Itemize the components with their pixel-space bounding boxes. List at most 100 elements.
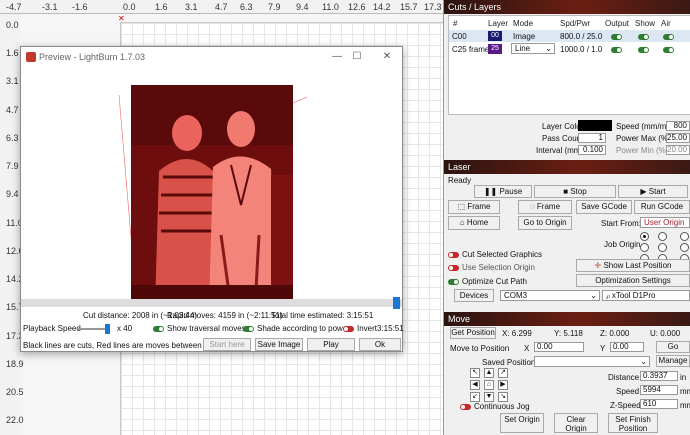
- progress-handle[interactable]: [393, 297, 400, 309]
- layer-swatch: 25: [488, 44, 502, 54]
- playback-progress-bar[interactable]: [21, 297, 402, 309]
- frame-circle-button[interactable]: ◌ Frame: [518, 200, 572, 214]
- show-last-position-button[interactable]: ✛ Show Last Position: [576, 259, 690, 272]
- home-button[interactable]: ⌂ Home: [448, 216, 500, 230]
- distance-unit: in: [680, 373, 687, 382]
- invert-toggle[interactable]: Invert: [343, 324, 377, 333]
- pause-button[interactable]: ❚❚ Pause: [474, 185, 532, 198]
- power-max-field[interactable]: 25.00: [666, 133, 690, 143]
- y-label: Y: [600, 344, 606, 353]
- layer-row[interactable]: C00 00 Image 800.0 / 25.0: [449, 30, 690, 42]
- job-origin-radio[interactable]: [680, 243, 689, 252]
- start-from-select[interactable]: User Origin: [640, 217, 690, 228]
- jog-up-icon[interactable]: ▲: [484, 368, 494, 378]
- jog-pad: ↖ ▲ ↗ ◀ ⌂ ▶ ↙ ▼ ↘: [466, 368, 514, 404]
- chevron-down-icon: ⌄: [590, 291, 597, 300]
- jog-down-right-icon[interactable]: ↘: [498, 392, 508, 402]
- ruler-tick: 7.9: [268, 2, 281, 12]
- chevron-down-icon: ⌄: [545, 44, 552, 53]
- jog-down-left-icon[interactable]: ↙: [470, 392, 480, 402]
- set-origin-button[interactable]: Set Origin: [500, 413, 544, 433]
- x-label: X: [524, 344, 530, 353]
- toggle-on-icon: [243, 325, 254, 332]
- col-header: Air: [661, 19, 671, 28]
- home-icon: ⌂: [459, 218, 467, 227]
- job-origin-radio[interactable]: [658, 243, 667, 252]
- jog-home-icon[interactable]: ⌂: [484, 380, 494, 390]
- jog-down-icon[interactable]: ▼: [484, 392, 494, 402]
- save-gcode-button[interactable]: Save GCode: [576, 200, 632, 214]
- show-toggle[interactable]: [638, 33, 649, 40]
- get-position-button[interactable]: Get Position: [450, 327, 496, 339]
- layer-mode-select[interactable]: Line ⌄: [511, 43, 555, 54]
- device-select[interactable]: ℘ xTool D1Pro: [602, 290, 690, 301]
- playback-speed-slider[interactable]: [77, 324, 110, 334]
- job-origin-radio[interactable]: [680, 232, 689, 241]
- job-origin-radio[interactable]: [640, 232, 649, 241]
- distance-field[interactable]: 0.3937: [640, 371, 678, 381]
- maximize-icon[interactable]: ☐: [349, 50, 365, 64]
- clear-origin-button[interactable]: Clear Origin: [554, 413, 598, 433]
- show-traversal-toggle[interactable]: Show traversal moves: [153, 324, 246, 333]
- run-gcode-button[interactable]: Run GCode: [634, 200, 690, 214]
- output-toggle[interactable]: [611, 46, 622, 53]
- move-y-field[interactable]: 0.00: [610, 342, 644, 352]
- optimize-path-toggle[interactable]: Optimize Cut Path: [448, 277, 527, 286]
- layer-name: C00: [452, 32, 467, 41]
- optimization-settings-button[interactable]: Optimization Settings: [576, 274, 690, 287]
- go-button[interactable]: Go: [656, 341, 690, 353]
- layer-row[interactable]: C25 frame 25 Line ⌄ 1000.0 / 1.0: [449, 43, 690, 55]
- play-button[interactable]: Play: [307, 338, 355, 351]
- ruler-tick: 6.3: [240, 2, 253, 12]
- cuts-layers-header: Cuts / Layers: [444, 0, 690, 14]
- cut-selected-toggle[interactable]: Cut Selected Graphics: [448, 250, 542, 259]
- jog-right-icon[interactable]: ▶: [498, 380, 508, 390]
- ruler-tick: 9.4: [296, 2, 309, 12]
- home-label: Home: [466, 218, 489, 227]
- job-origin-radio[interactable]: [658, 232, 667, 241]
- start-here-button[interactable]: Start here: [203, 338, 251, 351]
- continuous-jog-toggle[interactable]: Continuous Jog: [460, 402, 530, 411]
- ruler-tick: 17.3: [424, 2, 442, 12]
- show-toggle[interactable]: [638, 46, 649, 53]
- stop-button[interactable]: ■ Stop: [534, 185, 616, 198]
- saved-positions-select[interactable]: ⌄: [534, 356, 650, 367]
- preview-canvas[interactable]: [21, 67, 402, 308]
- ok-button[interactable]: Ok: [359, 338, 401, 351]
- job-origin-radio[interactable]: [640, 243, 649, 252]
- set-finish-position-button[interactable]: Set Finish Position: [608, 413, 658, 433]
- ruler-tick: 14.2: [373, 2, 391, 12]
- show-traversal-label: Show traversal moves: [167, 324, 246, 333]
- speed-field[interactable]: 800: [666, 121, 690, 131]
- devices-button[interactable]: Devices: [454, 289, 494, 302]
- shade-power-toggle[interactable]: Shade according to power: [243, 324, 350, 333]
- air-toggle[interactable]: [663, 46, 674, 53]
- port-select[interactable]: COM3 ⌄: [500, 290, 600, 301]
- pass-count-field[interactable]: 1: [578, 133, 606, 143]
- use-selection-toggle[interactable]: Use Selection Origin: [448, 263, 535, 272]
- output-toggle[interactable]: [611, 33, 622, 40]
- jog-left-icon[interactable]: ◀: [470, 380, 480, 390]
- layer-color-swatch[interactable]: [578, 120, 612, 131]
- preview-titlebar[interactable]: Preview - LightBurn 1.7.03 — ☐ ✕: [21, 47, 402, 67]
- start-button[interactable]: ▶ Start: [618, 185, 688, 198]
- power-min-field[interactable]: 20.00: [666, 145, 690, 155]
- cuts-layers-table[interactable]: # Layer Mode Spd/Pwr Output Show Air C00…: [448, 15, 690, 115]
- ruler-tick: -1.6: [72, 2, 88, 12]
- speed-label: Speed (mm/m): [616, 122, 669, 131]
- frame-rect-button[interactable]: ⬚ Frame: [448, 200, 500, 214]
- manage-button[interactable]: Manage: [656, 355, 690, 367]
- minimize-icon[interactable]: —: [329, 50, 345, 64]
- go-to-origin-button[interactable]: Go to Origin: [518, 216, 572, 230]
- z-speed-field[interactable]: 610: [640, 399, 678, 409]
- save-image-button[interactable]: Save Image: [255, 338, 303, 351]
- interval-field[interactable]: 0.100: [578, 145, 606, 155]
- jog-speed-field[interactable]: 5994: [640, 385, 678, 395]
- air-toggle[interactable]: [663, 33, 674, 40]
- jog-up-right-icon[interactable]: ↗: [498, 368, 508, 378]
- toggle-off-icon: [448, 251, 459, 258]
- jog-up-left-icon[interactable]: ↖: [470, 368, 480, 378]
- move-x-field[interactable]: 0.00: [534, 342, 584, 352]
- close-icon[interactable]: ✕: [379, 50, 395, 64]
- top-ruler: -4.7 -3.1 -1.6 0.0 1.6 3.1 4.7 6.3 7.9 9…: [0, 0, 443, 14]
